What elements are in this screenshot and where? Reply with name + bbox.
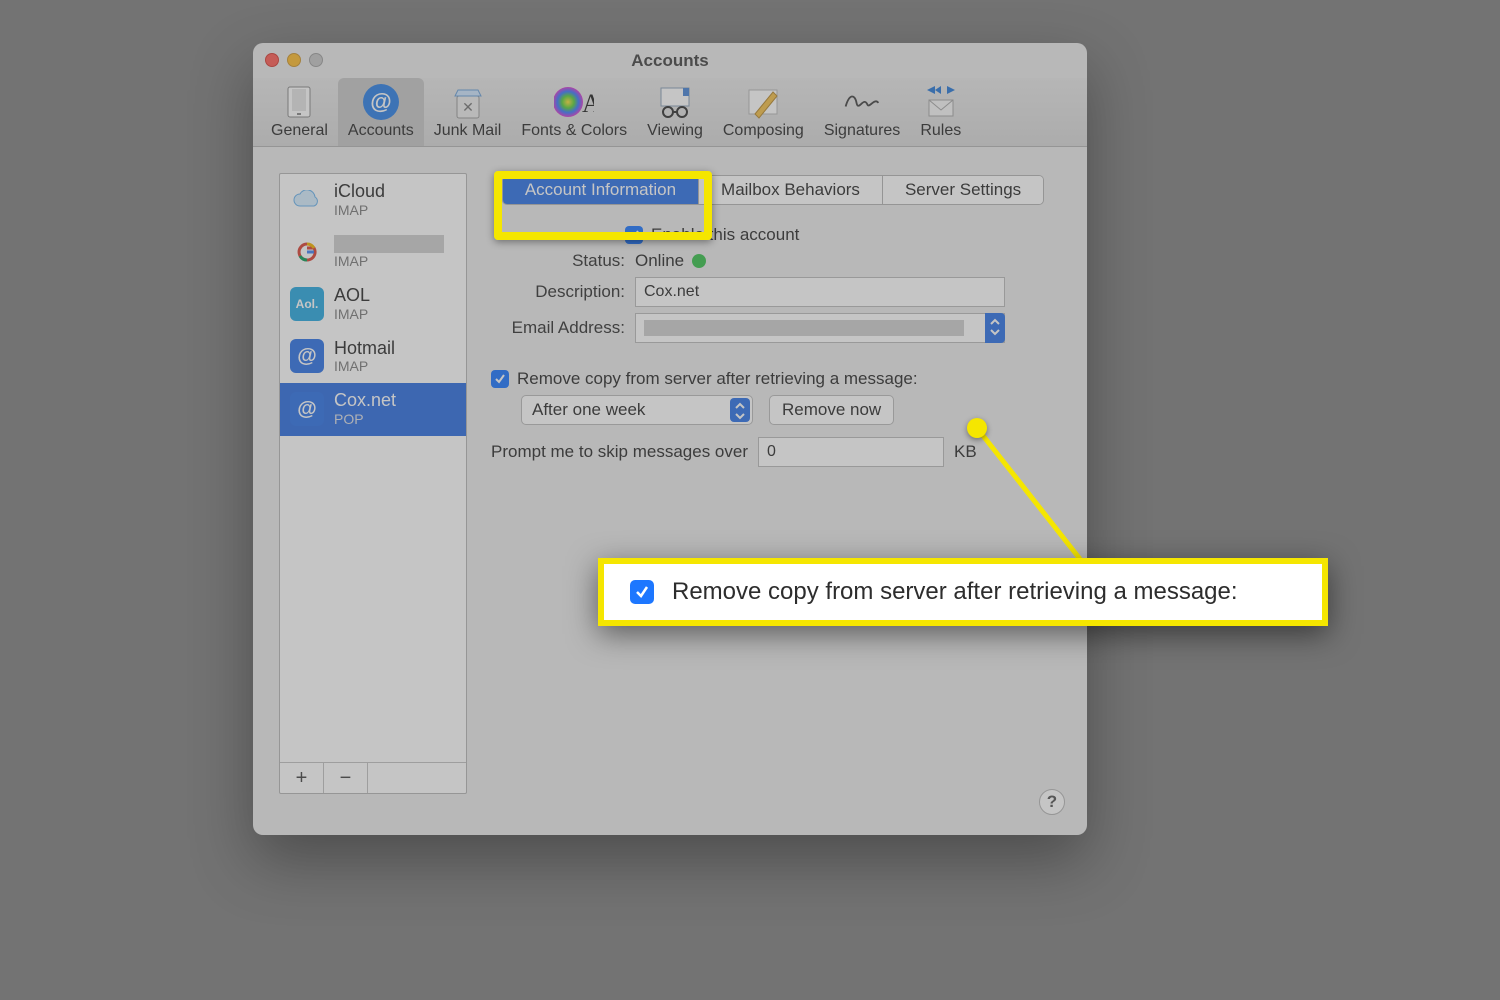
fonts-colors-icon: A (554, 82, 594, 122)
account-name: Cox.net (334, 391, 396, 411)
tab-mailbox-behaviors[interactable]: Mailbox Behaviors (699, 176, 883, 204)
account-name: AOL (334, 286, 370, 306)
account-row-hotmail[interactable]: @ HotmailIMAP (280, 331, 466, 384)
remove-account-button[interactable]: − (324, 763, 368, 793)
tab-account-information[interactable]: Account Information (503, 176, 699, 204)
toolbar-label: Junk Mail (434, 122, 502, 140)
toolbar-viewing[interactable]: Viewing (637, 78, 713, 146)
at-icon: @ (290, 339, 324, 373)
signature-icon (842, 82, 882, 122)
account-protocol: IMAP (334, 358, 395, 374)
toolbar-junk-mail[interactable]: ✕ Junk Mail (424, 78, 512, 146)
account-name-redacted (334, 235, 444, 253)
chevron-updown-icon (730, 398, 750, 422)
accounts-list: iCloudIMAP IMAP Aol. AOLIMAP @ Hot (280, 174, 466, 762)
trash-icon: ✕ (448, 82, 488, 122)
glasses-icon (655, 82, 695, 122)
titlebar: Accounts (253, 43, 1087, 78)
remove-copy-label: Remove copy from server after retrieving… (517, 369, 918, 389)
description-label: Description: (485, 282, 625, 302)
cloud-icon (290, 183, 324, 217)
settings-tabs: Account Information Mailbox Behaviors Se… (502, 175, 1044, 205)
accounts-sidebar: iCloudIMAP IMAP Aol. AOLIMAP @ Hot (279, 173, 467, 794)
at-icon: @ (290, 392, 324, 426)
add-account-button[interactable]: + (280, 763, 324, 793)
email-label: Email Address: (485, 318, 625, 338)
toolbar-fonts-colors[interactable]: A Fonts & Colors (511, 78, 637, 146)
tab-server-settings[interactable]: Server Settings (883, 176, 1043, 204)
skip-label: Prompt me to skip messages over (491, 442, 748, 462)
skip-unit: KB (954, 442, 977, 462)
general-icon (279, 82, 319, 122)
window-title: Accounts (631, 51, 708, 70)
remove-delay-dropdown[interactable]: After one week (521, 395, 753, 425)
toolbar-label: Fonts & Colors (521, 122, 627, 140)
toolbar-label: General (271, 122, 328, 140)
traffic-lights (265, 53, 323, 67)
status-label: Status: (485, 251, 625, 271)
google-icon (290, 235, 324, 269)
preferences-window: Accounts General @ Accounts ✕ Junk Mail (253, 43, 1087, 835)
skip-size-field[interactable]: 0 (758, 437, 944, 467)
remove-copy-checkbox[interactable] (491, 370, 509, 388)
account-protocol: IMAP (334, 253, 444, 269)
account-protocol: IMAP (334, 202, 385, 218)
at-sign-icon: @ (361, 82, 401, 122)
close-window-button[interactable] (265, 53, 279, 67)
enable-account-checkbox[interactable] (625, 226, 643, 244)
status-value: Online (635, 251, 684, 271)
minimize-window-button[interactable] (287, 53, 301, 67)
aol-icon: Aol. (290, 287, 324, 321)
account-protocol: POP (334, 411, 396, 427)
account-row-cox[interactable]: @ Cox.netPOP (280, 383, 466, 436)
svg-text:@: @ (370, 89, 391, 114)
toolbar-label: Accounts (348, 122, 414, 140)
toolbar-accounts[interactable]: @ Accounts (338, 78, 424, 146)
toolbar-signatures[interactable]: Signatures (814, 78, 911, 146)
toolbar-rules[interactable]: Rules (910, 78, 971, 146)
toolbar-general[interactable]: General (261, 78, 338, 146)
email-value-redacted (644, 320, 964, 336)
account-row-google[interactable]: IMAP (280, 227, 466, 278)
help-button[interactable]: ? (1039, 789, 1065, 815)
account-name: Hotmail (334, 339, 395, 359)
preferences-toolbar: General @ Accounts ✕ Junk Mail A Fonts & (253, 78, 1087, 147)
toolbar-composing[interactable]: Composing (713, 78, 814, 146)
account-name: iCloud (334, 182, 385, 202)
account-protocol: IMAP (334, 306, 370, 322)
description-field[interactable]: Cox.net (635, 277, 1005, 307)
account-settings-panel: Account Information Mailbox Behaviors Se… (485, 173, 1061, 794)
remove-now-button[interactable]: Remove now (769, 395, 894, 425)
enable-account-label: Enable this account (651, 225, 799, 245)
rules-icon (921, 82, 961, 122)
sidebar-footer: + − (280, 762, 466, 793)
compose-icon (743, 82, 783, 122)
toolbar-label: Composing (723, 122, 804, 140)
account-row-aol[interactable]: Aol. AOLIMAP (280, 278, 466, 331)
email-address-dropdown[interactable] (635, 313, 1005, 343)
svg-text:A: A (582, 89, 594, 118)
svg-text:✕: ✕ (462, 99, 474, 115)
toolbar-label: Signatures (824, 122, 901, 140)
chevron-updown-icon (985, 313, 1005, 343)
toolbar-label: Rules (920, 122, 961, 140)
account-row-icloud[interactable]: iCloudIMAP (280, 174, 466, 227)
toolbar-label: Viewing (647, 122, 703, 140)
online-indicator-icon (692, 254, 706, 268)
zoom-window-button[interactable] (309, 53, 323, 67)
